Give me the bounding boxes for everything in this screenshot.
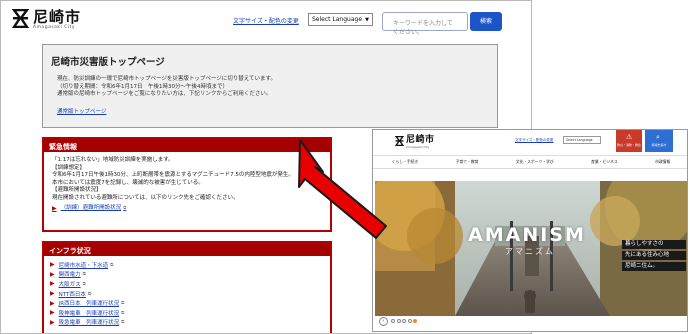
site-logo-small[interactable]: 尼崎市 Amagasaki City <box>395 136 435 149</box>
external-link-icon: ⧉ <box>82 272 86 278</box>
warning-icon: ⚠ <box>626 133 633 141</box>
triangle-bullet-icon: ▶ <box>50 318 55 326</box>
city-emblem-icon <box>395 136 404 146</box>
triangle-bullet-icon: ▶ <box>50 309 55 317</box>
infra-link[interactable]: ▶ NTT西日本 ⧉ <box>50 289 324 299</box>
emergency-line: 【訓練想定】 <box>52 164 86 171</box>
infra-link-label: NTT西日本 <box>58 291 86 298</box>
infra-link-label: 阪神電車 列車運行状況 <box>58 310 120 317</box>
page-title: 尼崎市災害版トップページ <box>51 57 165 68</box>
emergency-line: 現在開設されている避難所については、以下のリンク先をご確認ください。 <box>52 194 239 201</box>
nav-item[interactable]: 子育て・教育 <box>456 159 479 165</box>
triangle-bullet-icon: ▶ <box>50 280 55 288</box>
infra-link[interactable]: ▶ 関西電力 ⧉ <box>50 270 324 280</box>
infrastructure-panel: インフラ状況 ▶ 尼崎市水道・下水道 ⧉ ▶ 関西電力 ⧉ ▶ 大阪ガス ⧉ ▶ NTT西日本… <box>42 241 332 333</box>
triangle-bullet-icon: ▶ <box>50 299 55 307</box>
shelter-status-link-label: （訓練）避難所開設状況 <box>60 205 122 211</box>
carousel-prev-button[interactable]: ‹ <box>379 317 388 326</box>
search-placeholder: キーワードを入力してください。 <box>393 20 453 36</box>
language-select[interactable]: Select Language <box>308 13 373 26</box>
external-link-icon: ⧉ <box>121 301 125 307</box>
infra-link[interactable]: ▶ 阪急電車 列車運行状況 ⧉ <box>50 318 324 328</box>
infra-link-label: 大阪ガス <box>58 281 81 288</box>
search-button[interactable]: 検索 <box>470 12 502 31</box>
notice-line: （切り替え期間：令和6年1月17日 午後1時30分～午後4時頃まで） <box>57 83 228 90</box>
external-link-icon: ⧉ <box>87 291 92 297</box>
triangle-bullet-icon: ▶ <box>50 261 55 269</box>
carousel-dots <box>391 319 419 323</box>
emergency-line: 【避難所開設状況】 <box>52 187 102 193</box>
emergency-info-panel: 緊急情報 「1.17は忘れない」地域防災訓練を実施します。 【訓練想定】 令和6… <box>42 137 332 232</box>
logo-subtitle: Amagasaki City <box>33 25 76 30</box>
infra-link-label: 阪急電車 列車運行状況 <box>58 320 120 327</box>
normal-top-page-link[interactable]: 通常版トップページ <box>51 107 489 115</box>
normal-top-page: 尼崎市 Amagasaki City 文字サイズ・配色の変更 Select La… <box>372 129 688 332</box>
infra-link-label: 尼崎市水道・下水道 <box>58 262 109 269</box>
external-link-icon: ⧉ <box>110 262 114 268</box>
infra-link[interactable]: ▶ 阪神電車 列車運行状況 ⧉ <box>50 308 324 318</box>
infra-link-label: JR西日本 列車運行状況 <box>58 301 120 308</box>
carousel-dot[interactable] <box>402 319 406 323</box>
infra-link[interactable]: ▶ 尼崎市水道・下水道 ⧉ <box>50 260 324 270</box>
emergency-info-heading: 緊急情報 <box>44 139 330 152</box>
language-select[interactable]: Select Language <box>563 136 601 144</box>
hero-kana: アマニズム <box>505 247 555 256</box>
emergency-button[interactable]: ⚠ 防災・消防・救急 <box>616 130 642 152</box>
triangle-bullet-icon: ▶ <box>50 270 55 278</box>
carousel-dot[interactable] <box>407 319 412 323</box>
carousel-dot[interactable] <box>396 319 401 323</box>
emergency-line: 本市においては震度7を記録し、壊滅的な被害が生じている。 <box>52 179 204 186</box>
notice-line: 現在、防災訓練の一環で尼崎市トップページを災害版トップページに切り替えています。 <box>57 76 276 82</box>
search-input[interactable]: キーワードを入力してください。 <box>382 12 468 36</box>
language-select-value: Select Language <box>312 16 363 23</box>
hero-copy-line: 先にある住み心地 <box>622 251 686 260</box>
global-nav: くらし・手続き 子育て・教育 文化・スポーツ・学び 産業・ビジネス 市政情報 <box>373 155 687 169</box>
hero-headline: AMANISM <box>468 224 586 246</box>
find-info-button[interactable]: ⌕ 情報を探す <box>645 130 673 152</box>
site-logo[interactable]: 尼崎市 Amagasaki City <box>12 9 81 31</box>
nav-item[interactable]: 市政情報 <box>655 159 670 165</box>
shelter-status-link[interactable]: ▶ （訓練）避難所開設状況 ⧉ <box>52 205 322 213</box>
find-info-button-label: 情報を探す <box>651 143 667 147</box>
search-icon: ⌕ <box>656 133 660 141</box>
disaster-notice-box: 尼崎市災害版トップページ 現在、防災訓練の一環で尼崎市トップページを災害版トップ… <box>42 44 498 128</box>
infra-link[interactable]: ▶ 大阪ガス ⧉ <box>50 279 324 289</box>
logo-subtitle: Amagasaki City <box>406 145 430 149</box>
hero-copy-line: 尼崎ニ住ム。 <box>622 262 686 271</box>
notice-line: 通常版の尼崎市トップページをご覧になりたい方は、下記リンクからご利用ください。 <box>57 91 272 97</box>
hero-copy-line: 暮らしやすさの <box>622 240 686 249</box>
logo-title: 尼崎市 <box>33 8 82 26</box>
text-size-color-link[interactable]: 文字サイズ・配色の変更 <box>233 16 299 25</box>
city-emblem-icon <box>12 9 29 28</box>
carousel-dot[interactable] <box>413 319 417 323</box>
external-link-icon: ⧉ <box>121 310 125 316</box>
text-size-color-link[interactable]: 文字サイズ・配色の変更 <box>515 138 553 143</box>
external-link-icon: ⧉ <box>123 206 127 211</box>
infra-link-label: 関西電力 <box>58 272 81 279</box>
triangle-bullet-icon: ▶ <box>50 290 55 298</box>
hero-banner[interactable]: AMANISM アマニズム 暮らしやすさの 先にある住み心地 尼崎ニ住ム。 <box>375 181 687 316</box>
external-link-icon: ⧉ <box>121 320 125 326</box>
nav-item[interactable]: 産業・ビジネス <box>591 159 618 165</box>
emergency-line: 「1.17は忘れない」地域防災訓練を実施します。 <box>52 157 174 163</box>
external-link-icon: ⧉ <box>82 281 86 287</box>
carousel-dot[interactable] <box>391 319 395 323</box>
infra-link[interactable]: ▶ JR西日本 列車運行状況 ⧉ <box>50 298 324 308</box>
logo-title: 尼崎市 <box>406 135 435 145</box>
nav-item[interactable]: くらし・手続き <box>392 159 419 165</box>
triangle-bullet-icon: ▶ <box>52 205 57 212</box>
emergency-line: 令和6年1月17日午後1時30分、上町断層帯を震源とするマグニチュード7.5の内… <box>52 172 294 178</box>
emergency-button-label: 防災・消防・救急 <box>616 143 641 147</box>
infrastructure-heading: インフラ状況 <box>44 243 330 256</box>
nav-item[interactable]: 文化・スポーツ・学び <box>516 159 554 165</box>
hero-copy: 暮らしやすさの 先にある住み心地 尼崎ニ住ム。 <box>622 240 686 273</box>
